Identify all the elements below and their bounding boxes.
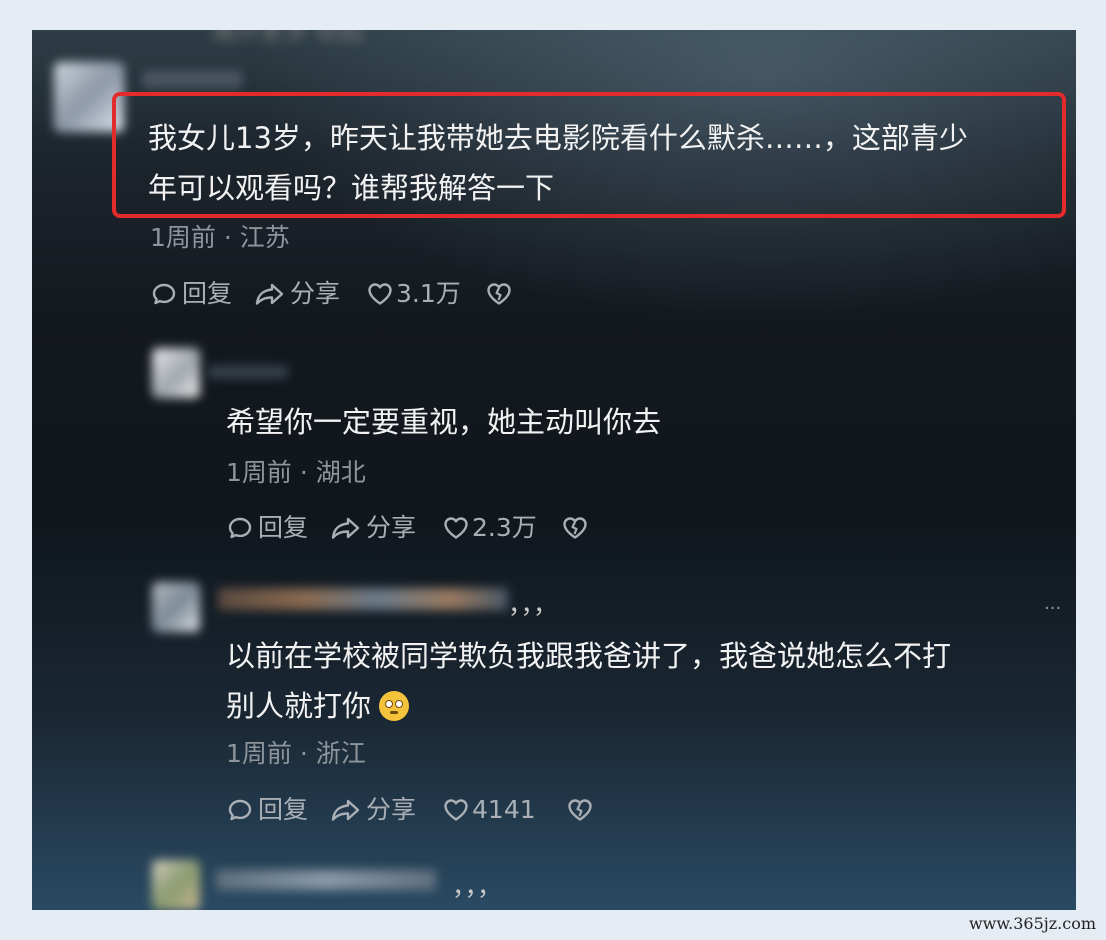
share-icon: [330, 796, 362, 824]
reply-button[interactable]: 回复: [150, 279, 232, 309]
username-suffix: ，，，: [508, 590, 559, 619]
comment-location: 浙江: [315, 739, 366, 768]
reply-label: 回复: [258, 513, 309, 542]
avatar[interactable]: [152, 348, 200, 398]
top-cut-text: 展开更多 收起: [212, 30, 364, 45]
share-button[interactable]: 分享: [254, 279, 340, 309]
comment-text: 年可以观看吗？谁帮我解答一下: [148, 171, 555, 205]
username-blurred[interactable]: [208, 366, 288, 378]
comment-meta: 1周前 · 浙江: [226, 739, 366, 769]
comment-location: 湖北: [315, 458, 366, 487]
avatar[interactable]: [152, 860, 200, 910]
comment-text: 我女儿13岁，昨天让我带她去电影院看什么默杀……，这部青少: [148, 121, 968, 155]
comment-icon: [226, 514, 254, 542]
screenshot-frame: 展开更多 收起 我女儿13岁，昨天让我带她去电影院看什么默杀……，这部青少 年可…: [32, 30, 1076, 910]
comment-actions: 回复 分享 4141: [226, 795, 594, 825]
comment-actions: 回复 分享 2.3万: [226, 513, 589, 543]
comment-meta: 1周前 · 湖北: [226, 458, 366, 488]
comment-text: 别人就打你: [226, 689, 372, 723]
comment-location: 江苏: [239, 223, 290, 252]
comment-time: 1周前: [226, 739, 292, 768]
username-suffix: ，，，: [452, 872, 503, 901]
dislike-button[interactable]: [485, 280, 513, 308]
dislike-button[interactable]: [561, 514, 589, 542]
watermark: www.365jz.com: [968, 914, 1096, 933]
broken-heart-icon: [485, 280, 513, 308]
username-blurred[interactable]: [142, 70, 242, 88]
username-blurred[interactable]: [216, 870, 436, 890]
comment-text: 希望你一定要重视，她主动叫你去: [226, 405, 662, 439]
meta-separator: ·: [299, 739, 316, 768]
comment-text-line2: 别人就打你: [226, 686, 410, 726]
share-button[interactable]: 分享: [330, 795, 416, 825]
broken-heart-icon: [561, 514, 589, 542]
dislike-button[interactable]: [566, 796, 594, 824]
like-button[interactable]: 4141: [442, 795, 536, 825]
reply-button[interactable]: 回复: [226, 513, 308, 543]
reply-label: 回复: [258, 795, 309, 824]
heart-icon: [366, 280, 394, 308]
avatar[interactable]: [152, 582, 200, 632]
comment-icon: [226, 796, 254, 824]
comment-time: 1周前: [226, 458, 292, 487]
meta-separator: ·: [223, 223, 240, 252]
share-button[interactable]: 分享: [330, 513, 416, 543]
like-count: 3.1万: [396, 279, 461, 308]
comment-icon: [150, 280, 178, 308]
comment-time: 1周前: [150, 223, 216, 252]
share-label: 分享: [366, 513, 417, 542]
share-label: 分享: [366, 795, 417, 824]
comment-text: 以前在学校被同学欺负我跟我爸讲了，我爸说她怎么不打: [226, 639, 952, 673]
like-button[interactable]: 2.3万: [442, 513, 537, 543]
like-count: 4141: [472, 795, 536, 824]
like-button[interactable]: 3.1万: [366, 279, 461, 309]
share-label: 分享: [290, 279, 341, 308]
meta-separator: ·: [299, 458, 316, 487]
heart-icon: [442, 796, 470, 824]
username-blurred[interactable]: [218, 588, 508, 610]
broken-heart-icon: [566, 796, 594, 824]
reply-button[interactable]: 回复: [226, 795, 308, 825]
share-icon: [254, 280, 286, 308]
comment-meta: 1周前 · 江苏: [150, 223, 290, 253]
share-icon: [330, 514, 362, 542]
reply-label: 回复: [182, 279, 233, 308]
flushed-emoji-icon: [379, 691, 410, 721]
comment-actions: 回复 分享 3.1万: [150, 279, 513, 309]
heart-icon: [442, 514, 470, 542]
more-icon[interactable]: ···: [1044, 594, 1061, 624]
like-count: 2.3万: [472, 513, 537, 542]
